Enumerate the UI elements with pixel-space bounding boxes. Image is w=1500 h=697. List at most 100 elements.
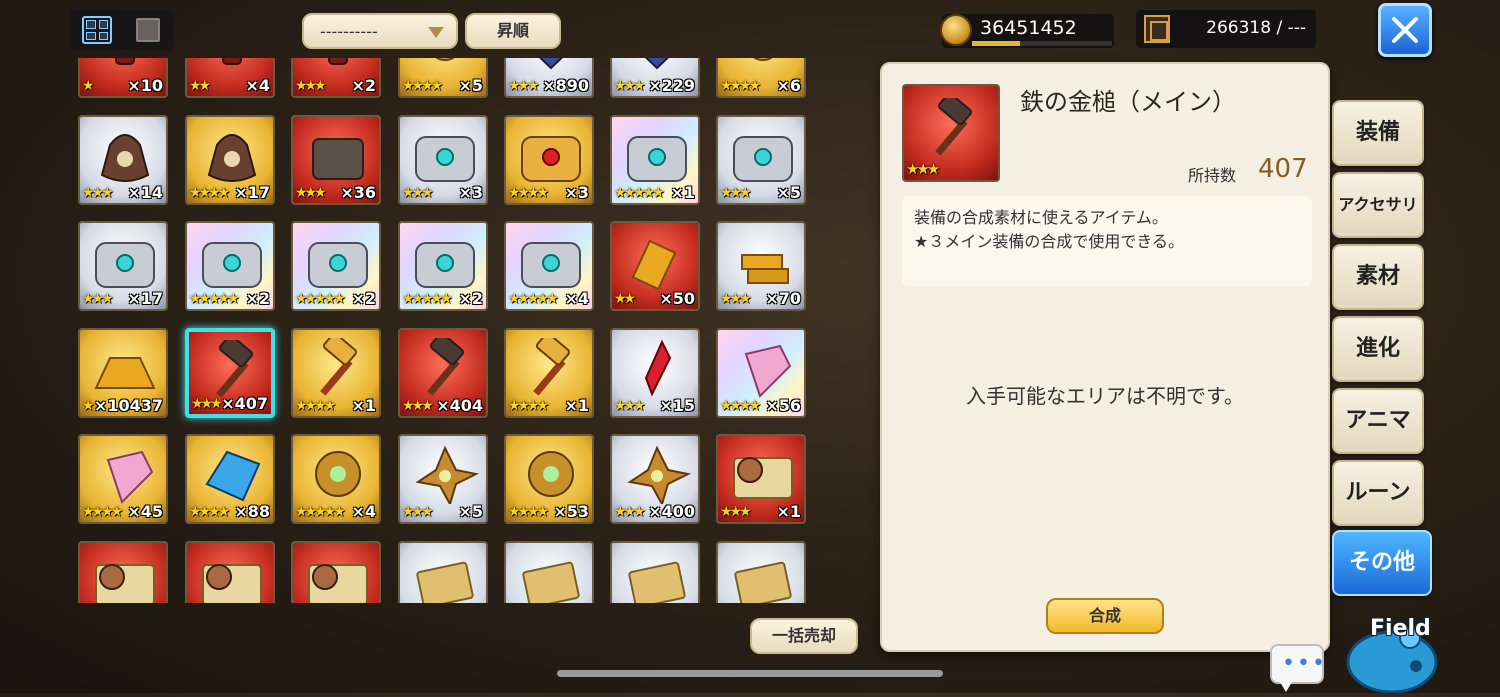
scroll-doll-icon bbox=[202, 564, 262, 603]
inventory-item-silver-chest[interactable]: ★★★★★ ×4 bbox=[504, 221, 594, 311]
red-item-icon bbox=[222, 58, 242, 65]
item-count: ×407 bbox=[221, 394, 268, 413]
star-rating: ★★ bbox=[189, 78, 211, 94]
tab-accessory[interactable]: アクセサリ bbox=[1332, 172, 1424, 238]
item-count: ×17 bbox=[127, 289, 163, 308]
sun-gem-icon bbox=[315, 451, 361, 497]
inventory-item-iron-hammer[interactable]: ★★★ ×407 bbox=[185, 328, 275, 418]
inventory-item-silver-chest[interactable]: ★★★ ×3 bbox=[398, 115, 488, 205]
star-rating: ★★★★ bbox=[82, 504, 123, 520]
obtain-area-text: 入手可能なエリアは不明です。 bbox=[966, 384, 1244, 408]
star-rating: ★★★★ bbox=[720, 398, 761, 414]
inventory-item-ticket[interactable] bbox=[716, 541, 806, 603]
star-rating: ★★★ bbox=[295, 185, 327, 201]
iron-hammer-icon bbox=[216, 340, 254, 398]
inventory-item-scroll-doll[interactable] bbox=[78, 541, 168, 603]
chat-button[interactable]: ••• bbox=[1270, 644, 1325, 692]
inventory-item-silver-item[interactable]: ★★★ ×890 bbox=[504, 58, 594, 98]
star-rating: ★★★★ bbox=[508, 185, 549, 201]
item-name: 鉄の金槌（メイン） bbox=[1020, 88, 1236, 116]
item-count: ×3 bbox=[458, 183, 483, 202]
red-item-icon bbox=[328, 58, 348, 65]
inventory-item-silver-chest[interactable]: ★★★★★ ×2 bbox=[185, 221, 275, 311]
star-rating: ★★★ bbox=[614, 78, 646, 94]
synthesize-button[interactable]: 合成 bbox=[1046, 598, 1164, 634]
close-button[interactable] bbox=[1378, 3, 1432, 57]
inventory-item-silver-chest[interactable]: ★★★ ×17 bbox=[78, 221, 168, 311]
item-count: ×17 bbox=[234, 183, 270, 202]
description-line: ★３メイン装備の合成で使用できる。 bbox=[914, 232, 1185, 251]
gold-ingot-icon bbox=[631, 239, 677, 291]
star-rating: ★ bbox=[82, 78, 94, 94]
inventory-item-bag[interactable]: ★★★ ×14 bbox=[78, 115, 168, 205]
inventory-item-pink-crystal[interactable]: ★★★★ ×56 bbox=[716, 328, 806, 418]
inventory-item-iron-hammer[interactable]: ★★★ ×404 bbox=[398, 328, 488, 418]
blue-crystal-icon bbox=[205, 450, 261, 502]
inventory-item-dark-chest[interactable]: ★★★ ×36 bbox=[291, 115, 381, 205]
inventory-item-gold-hammer[interactable]: ★★★★ ×1 bbox=[504, 328, 594, 418]
list-view-icon[interactable] bbox=[136, 18, 160, 42]
inventory-item-red-item[interactable]: ★★★ ×2 bbox=[291, 58, 381, 98]
inventory-item-gold-chest[interactable]: ★★★★ ×3 bbox=[504, 115, 594, 205]
tab-materials[interactable]: 素材 bbox=[1332, 244, 1424, 310]
sell-all-button[interactable]: 一括売却 bbox=[750, 618, 858, 654]
gold-ingots-icon bbox=[741, 254, 789, 284]
inventory-item-scroll-doll[interactable]: ★★★ ×1 bbox=[716, 434, 806, 524]
item-count: ×1 bbox=[564, 396, 589, 415]
grid-view-icon[interactable] bbox=[82, 16, 112, 44]
inventory-item-gold-ingots[interactable]: ★★★ ×70 bbox=[716, 221, 806, 311]
sort-dropdown[interactable]: ---------- bbox=[302, 13, 458, 49]
item-count: ×4 bbox=[564, 289, 589, 308]
inventory-item-gold-item[interactable]: ★★★★ ×5 bbox=[398, 58, 488, 98]
sort-order-button[interactable]: 昇順 bbox=[465, 13, 561, 49]
item-count: ×2 bbox=[351, 76, 376, 95]
inventory-item-sun-gem[interactable]: ★★★★ ×53 bbox=[504, 434, 594, 524]
star-rating: ★★★★ bbox=[402, 78, 443, 94]
inventory-item-ticket[interactable] bbox=[610, 541, 700, 603]
inventory-item-silver-item[interactable]: ★★★ ×229 bbox=[610, 58, 700, 98]
detail-star-rating: ★★★ bbox=[906, 160, 940, 178]
scroll-doll-icon bbox=[95, 564, 155, 603]
inventory-item-gold-hammer[interactable]: ★★★★ ×1 bbox=[291, 328, 381, 418]
star-rating: ★★ bbox=[614, 291, 636, 307]
item-count: ×88 bbox=[234, 502, 270, 521]
inventory-item-scroll-doll[interactable] bbox=[185, 541, 275, 603]
silver-chest-icon bbox=[415, 136, 475, 182]
star-rating: ★★★ bbox=[508, 78, 540, 94]
inventory-item-silver-chest[interactable]: ★★★ ×5 bbox=[716, 115, 806, 205]
gold-item-icon bbox=[435, 58, 455, 61]
tab-equipment[interactable]: 装備 bbox=[1332, 100, 1424, 166]
inventory-item-bag[interactable]: ★★★★ ×17 bbox=[185, 115, 275, 205]
star-rating: ★★★ bbox=[402, 504, 434, 520]
silver-chest-icon bbox=[202, 242, 262, 288]
inventory-item-pink-crystal[interactable]: ★★★★ ×45 bbox=[78, 434, 168, 524]
tab-evolution[interactable]: 進化 bbox=[1332, 316, 1424, 382]
star-rating: ★★★ bbox=[614, 398, 646, 414]
pink-crystal-icon bbox=[744, 344, 792, 398]
inventory-item-ticket[interactable] bbox=[504, 541, 594, 603]
inventory-item-star-gem[interactable]: ★★★ ×400 bbox=[610, 434, 700, 524]
tab-anima[interactable]: アニマ bbox=[1332, 388, 1424, 454]
gold-hammer-icon bbox=[320, 338, 358, 396]
item-count: ×53 bbox=[553, 502, 589, 521]
tab-rune[interactable]: ルーン bbox=[1332, 460, 1424, 526]
gold-progress-bar bbox=[972, 41, 1112, 46]
inventory-item-scroll-doll[interactable] bbox=[291, 541, 381, 603]
inventory-item-red-item[interactable]: ★ ×10 bbox=[78, 58, 168, 98]
inventory-item-silver-chest[interactable]: ★★★★★ ×2 bbox=[291, 221, 381, 311]
inventory-item-gold-ingot-pile[interactable]: ★ ×10437 bbox=[78, 328, 168, 418]
inventory-item-silver-chest[interactable]: ★★★★★ ×2 bbox=[398, 221, 488, 311]
inventory-item-sun-gem[interactable]: ★★★★★ ×4 bbox=[291, 434, 381, 524]
item-count: ×404 bbox=[436, 396, 483, 415]
inventory-item-blue-crystal[interactable]: ★★★★ ×88 bbox=[185, 434, 275, 524]
inventory-item-red-item[interactable]: ★★ ×4 bbox=[185, 58, 275, 98]
field-button[interactable]: Field bbox=[1336, 604, 1446, 694]
inventory-item-star-gem[interactable]: ★★★ ×5 bbox=[398, 434, 488, 524]
inventory-item-ticket[interactable] bbox=[398, 541, 488, 603]
star-rating: ★★★★★ bbox=[402, 291, 453, 307]
inventory-item-gold-item[interactable]: ★★★★ ×6 bbox=[716, 58, 806, 98]
inventory-item-silver-chest[interactable]: ★★★★★ ×1 bbox=[610, 115, 700, 205]
inventory-item-red-crystal[interactable]: ★★★ ×15 bbox=[610, 328, 700, 418]
tab-other[interactable]: その他 bbox=[1332, 530, 1432, 596]
inventory-item-gold-ingot[interactable]: ★★ ×50 bbox=[610, 221, 700, 311]
